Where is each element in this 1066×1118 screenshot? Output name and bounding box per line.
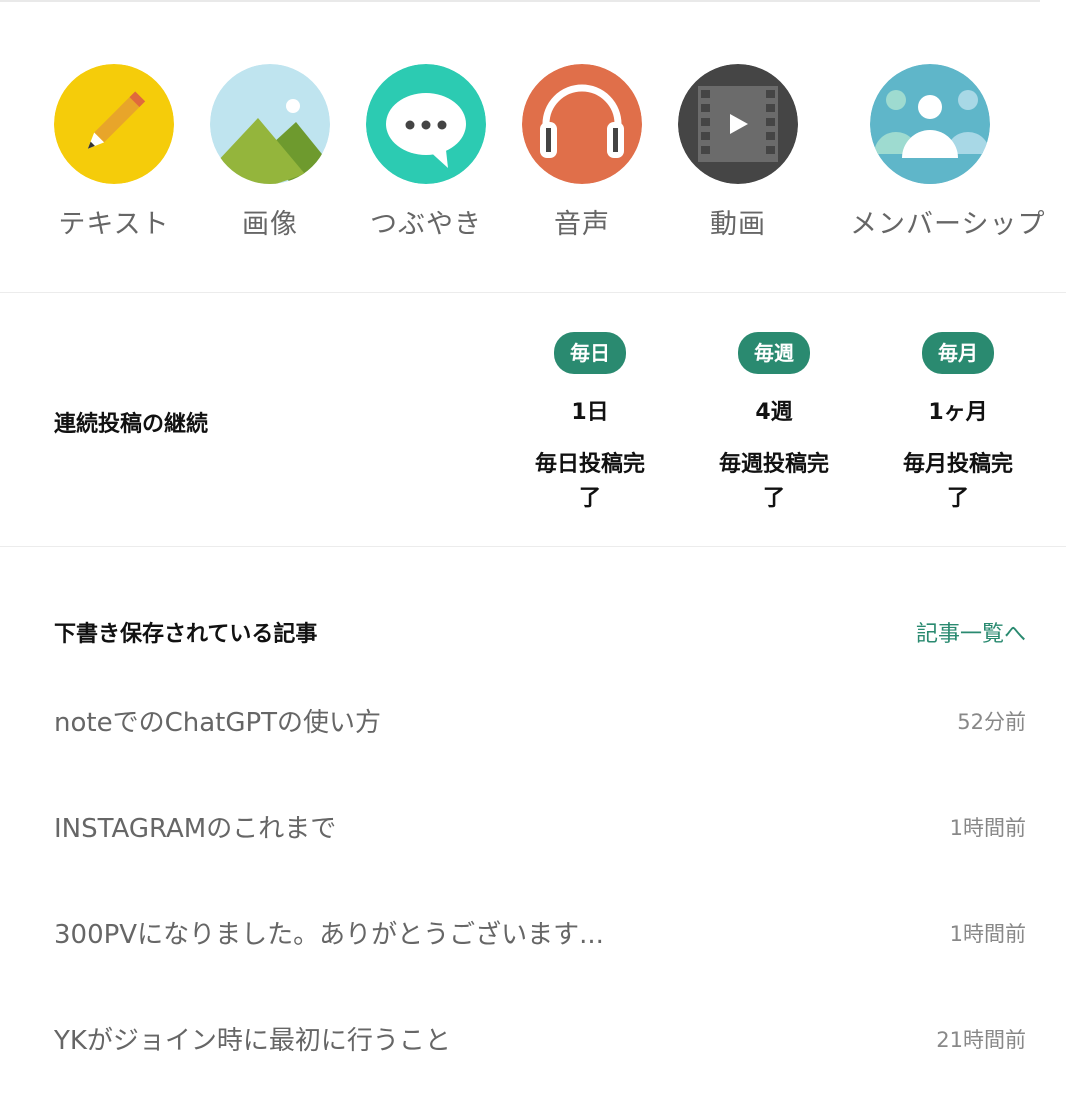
top-divider	[0, 0, 1040, 2]
post-type-label: テキスト	[58, 209, 170, 240]
draft-title: noteでのChatGPTの使い方	[54, 708, 382, 738]
streak-badge: 毎週	[738, 332, 810, 374]
post-type-label: 動画	[710, 209, 766, 240]
draft-item[interactable]: noteでのChatGPTの使い方 52分前	[54, 688, 1026, 748]
post-type-label: つぶやき	[370, 209, 482, 240]
video-icon	[678, 64, 798, 184]
streak-count: 1ヶ月	[928, 400, 988, 425]
streak-title: 連続投稿の継続	[54, 412, 209, 437]
streak-badge: 毎月	[922, 332, 994, 374]
streak-weekly: 毎週 4週 毎週投稿完了	[704, 332, 844, 516]
draft-time: 21時間前	[936, 1028, 1026, 1052]
draft-item[interactable]: INSTAGRAMのこれまで 1時間前	[54, 794, 1026, 854]
post-type-image[interactable]: 画像	[190, 64, 350, 241]
section-divider	[0, 292, 1066, 293]
post-type-video[interactable]: 動画	[658, 64, 818, 241]
drafts-title: 下書き保存されている記事	[54, 622, 318, 647]
post-type-membership[interactable]: メンバーシップ	[850, 64, 1046, 241]
draft-title: YKがジョイン時に最初に行うこと	[54, 1026, 451, 1056]
streak-status: 毎週投稿完了	[718, 452, 829, 511]
post-type-label: 画像	[242, 209, 298, 240]
streak-count: 1日	[571, 400, 609, 425]
draft-time: 52分前	[957, 710, 1026, 734]
post-type-label: メンバーシップ	[850, 209, 1046, 240]
headphones-icon	[522, 64, 642, 184]
draft-title: 300PVになりました。ありがとうございます...	[54, 920, 604, 950]
members-icon	[870, 64, 990, 184]
section-divider	[0, 546, 1066, 547]
streak-count: 4週	[755, 400, 793, 425]
post-type-audio[interactable]: 音声	[502, 64, 662, 241]
draft-time: 1時間前	[949, 816, 1026, 840]
post-type-text[interactable]: テキスト	[34, 64, 194, 241]
draft-time: 1時間前	[949, 922, 1026, 946]
post-type-label: 音声	[554, 209, 610, 240]
pencil-icon	[54, 64, 174, 184]
post-type-murmur[interactable]: つぶやき	[346, 64, 506, 241]
drafts-list-link[interactable]: 記事一覧へ	[916, 616, 1026, 648]
draft-item[interactable]: 300PVになりました。ありがとうございます... 1時間前	[54, 900, 1026, 960]
draft-title: INSTAGRAMのこれまで	[54, 814, 337, 844]
streak-badge: 毎日	[554, 332, 626, 374]
speech-bubble-icon	[366, 64, 486, 184]
draft-item[interactable]: YKがジョイン時に最初に行うこと 21時間前	[54, 1006, 1026, 1066]
streak-status: 毎日投稿完了	[534, 452, 645, 511]
image-icon	[210, 64, 330, 184]
streak-monthly: 毎月 1ヶ月 毎月投稿完了	[888, 332, 1028, 516]
streak-status: 毎月投稿完了	[902, 452, 1013, 511]
post-type-bar: テキスト 画像 つぶやき 音声 動画 メンバーシップ	[0, 64, 1066, 244]
streak-daily: 毎日 1日 毎日投稿完了	[520, 332, 660, 516]
